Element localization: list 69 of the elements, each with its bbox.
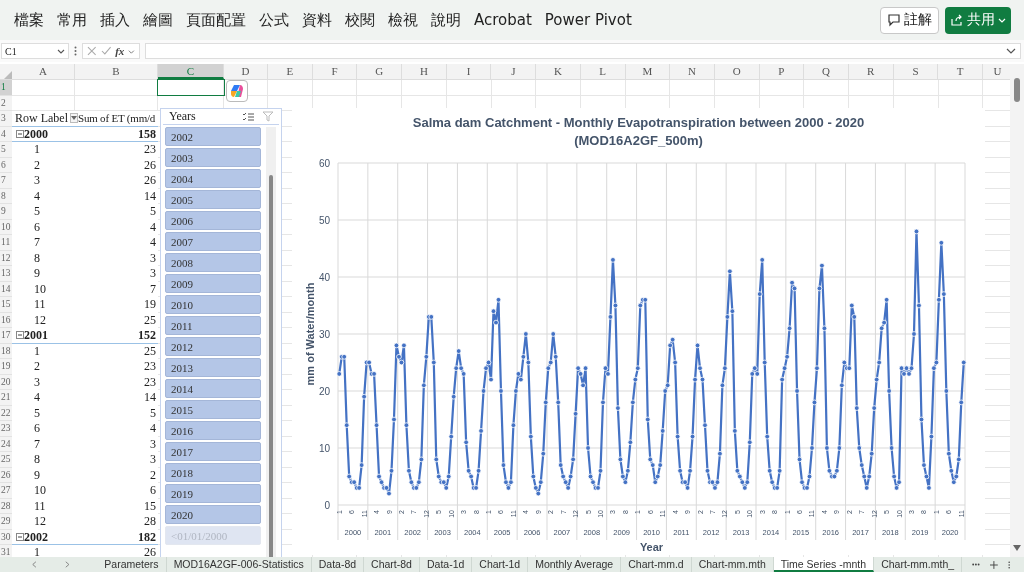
- row-label: 2000: [24, 126, 48, 141]
- y-tick-label: 60: [318, 158, 330, 169]
- value-cell-text: 182: [138, 529, 157, 544]
- pivot-header: Row Label: [14, 111, 68, 126]
- row-label: 2001: [24, 328, 48, 343]
- y-tick-label: 0: [324, 500, 330, 511]
- value-cell-text: 5: [149, 405, 157, 420]
- row-label: 11: [33, 498, 46, 513]
- row-label: 2002: [24, 529, 48, 544]
- value-cell-text: 3: [149, 266, 157, 281]
- row-label: 8: [33, 452, 40, 467]
- value-cell-text: 25: [143, 312, 157, 327]
- y-axis-title: mm of Water/month: [304, 282, 316, 386]
- value-cell-text: 14: [143, 390, 157, 405]
- value-cell-text: 26: [143, 157, 157, 172]
- row-label: 8: [33, 250, 40, 265]
- value-cell-text: 26: [143, 545, 157, 557]
- row-label: 1: [33, 142, 40, 157]
- value-cell-text: 6: [149, 483, 157, 498]
- y-tick-label: 20: [318, 386, 330, 397]
- value-cell-text: 5: [149, 204, 157, 219]
- value-cell-text: 152: [138, 328, 157, 343]
- value-cell-text: 7: [149, 281, 157, 296]
- row-label: 6: [33, 421, 40, 436]
- value-cell-text: 4: [149, 219, 157, 234]
- row-label: 4: [33, 390, 40, 405]
- value-cell-text: 4: [149, 421, 157, 436]
- row-label: 10: [33, 483, 46, 498]
- pivot-header: Sum of ET (mm/d: [77, 111, 156, 126]
- row-label: 11: [33, 297, 46, 312]
- value-cell-text: 4: [149, 235, 157, 250]
- value-cell-text: 25: [143, 343, 157, 358]
- value-cell-text: 19: [143, 297, 157, 312]
- chart-title: Salma dam Catchment - Monthly Evapotranspiration between 2000 - 2020 (MOD16A2GF_500m): [411, 114, 866, 150]
- x-axis-title: Year: [639, 541, 664, 553]
- value-cell-text: 26: [143, 173, 157, 188]
- row-label: 9: [33, 266, 40, 281]
- value-cell-text: 158: [138, 126, 157, 141]
- row-label: 3: [33, 374, 40, 389]
- row-label: 9: [33, 467, 40, 482]
- row-label: 1: [33, 343, 40, 358]
- value-cell-text: 23: [143, 142, 157, 157]
- value-cell-text: 3: [149, 436, 157, 451]
- y-tick-label: 30: [318, 329, 330, 340]
- y-tick-label: 10: [318, 443, 330, 454]
- row-label: 1: [33, 545, 40, 557]
- value-cell-text: 2: [149, 467, 157, 482]
- row-label: 6: [33, 219, 40, 234]
- row-label: 10: [33, 281, 46, 296]
- value-cell-text: 3: [149, 452, 157, 467]
- row-label: 5: [33, 204, 40, 219]
- row-label: 2: [33, 359, 40, 374]
- value-cell-text: 28: [143, 514, 157, 529]
- slicer-title: Years: [169, 109, 197, 124]
- row-label: 4: [33, 188, 40, 203]
- value-cell-text: 15: [143, 498, 157, 513]
- row-label: 7: [33, 235, 40, 250]
- row-label: 12: [33, 514, 46, 529]
- y-tick-label: 50: [318, 215, 330, 226]
- y-tick-label: 40: [318, 272, 330, 283]
- row-label: 12: [33, 312, 46, 327]
- value-cell-text: 23: [143, 359, 157, 374]
- value-cell-text: 3: [149, 250, 157, 265]
- value-cell-text: 14: [143, 188, 157, 203]
- row-label: 3: [33, 173, 40, 188]
- value-cell-text: 23: [143, 374, 157, 389]
- row-label: 2: [33, 157, 40, 172]
- row-label: 7: [33, 436, 40, 451]
- row-label: 5: [33, 405, 40, 420]
